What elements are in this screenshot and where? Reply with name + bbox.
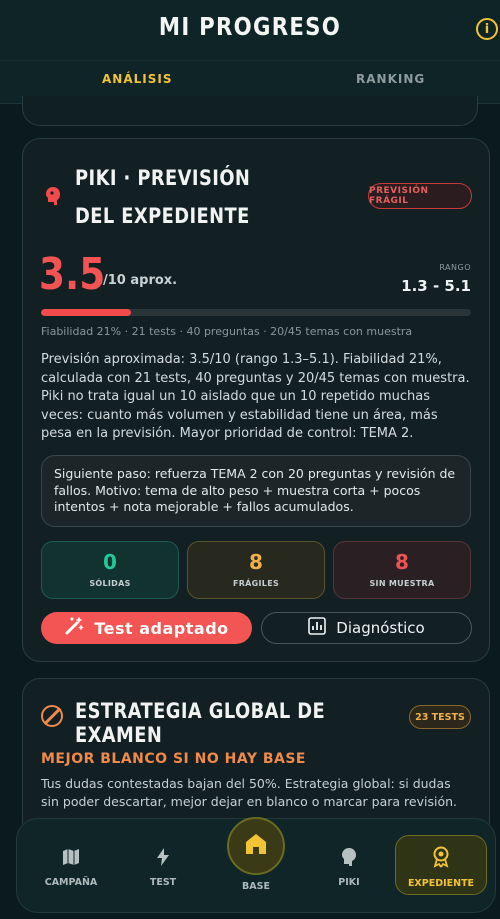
reliability-bar-fill	[41, 309, 132, 316]
stat-solidas: 0 SÓLIDAS	[41, 541, 179, 599]
forecast-score: 3.5	[39, 249, 106, 300]
stat-solidas-label: SÓLIDAS	[89, 579, 131, 588]
nav-item-test[interactable]: TEST	[123, 847, 203, 888]
home-icon	[244, 832, 268, 860]
page-title: MI PROGRESO	[158, 12, 342, 41]
nav-label-piki: PIKI	[338, 877, 360, 888]
app-header: MI PROGRESO i ANÁLISIS RANKING	[0, 0, 500, 104]
tab-analisis[interactable]: ANÁLISIS	[102, 72, 172, 86]
stat-solidas-value: 0	[103, 550, 117, 574]
strategy-description: Tus dudas contestadas bajan del 50%. Est…	[41, 776, 457, 809]
brain-icon	[43, 185, 63, 207]
nav-item-base[interactable]	[227, 817, 285, 875]
tab-ranking[interactable]: RANKING	[356, 72, 425, 86]
medal-icon	[396, 846, 486, 872]
nav-item-campana[interactable]: CAMPAÑA	[31, 847, 111, 888]
map-icon	[31, 847, 111, 871]
previous-card-edge	[22, 96, 478, 126]
strategy-title: ESTRATEGIA GLOBAL DE EXAMEN	[75, 699, 326, 747]
bar-chart-icon	[308, 617, 327, 639]
strategy-subtitle: MEJOR BLANCO SI NO HAY BASE	[41, 751, 306, 767]
nav-label-test: TEST	[149, 877, 177, 888]
range-label: RANGO	[439, 263, 471, 272]
stat-sin-muestra-label: SIN MUESTRA	[369, 579, 435, 588]
adaptive-test-label: Test adaptado	[94, 618, 229, 638]
stat-fragiles: 8 FRÁGILES	[187, 541, 325, 599]
ban-icon	[41, 705, 63, 727]
reliability-bar	[41, 309, 471, 316]
adaptive-test-button[interactable]: Test adaptado	[41, 612, 252, 644]
piki-card-title: PIKI · PREVISIÓN DEL EXPEDIENTE	[75, 166, 251, 228]
header-divider	[0, 60, 500, 61]
stat-sin-muestra-value: 8	[395, 550, 409, 574]
stat-sin-muestra: 8 SIN MUESTRA	[333, 541, 471, 599]
lightning-icon	[123, 847, 203, 871]
forecast-description: Previsión aproximada: 3.5/10 (rango 1.3–…	[41, 352, 470, 441]
diagnostic-button[interactable]: Diagnóstico	[261, 612, 472, 644]
nav-label-campana: CAMPAÑA	[44, 877, 98, 888]
next-step-box: Siguiente paso: refuerza TEMA 2 con 20 p…	[41, 455, 471, 527]
nav-label-expediente: EXPEDIENTE	[407, 878, 475, 889]
stat-fragiles-value: 8	[249, 550, 263, 574]
stats-line: Fiabilidad 21% · 21 tests · 40 preguntas…	[41, 325, 413, 338]
bottom-navigation: CAMPAÑA TEST BASE PIKI EXPEDIENTE	[16, 817, 496, 913]
brain-icon	[309, 847, 389, 871]
range-value: 1.3 - 5.1	[401, 277, 471, 295]
info-icon[interactable]: i	[476, 18, 498, 40]
nav-item-piki[interactable]: PIKI	[309, 847, 389, 888]
stat-fragiles-label: FRÁGILES	[232, 579, 280, 588]
piki-forecast-card: PIKI · PREVISIÓN DEL EXPEDIENTE PREVISIÓ…	[22, 138, 490, 662]
tests-count-badge: 23 TESTS	[409, 705, 471, 729]
nav-item-expediente[interactable]: EXPEDIENTE	[395, 835, 487, 895]
status-badge: PREVISIÓN FRÁGIL	[368, 183, 472, 209]
magic-wand-icon	[64, 616, 84, 640]
diagnostic-label: Diagnóstico	[336, 619, 425, 637]
forecast-score-suffix: /10 aprox.	[103, 273, 178, 288]
nav-label-base: BASE	[242, 881, 270, 892]
